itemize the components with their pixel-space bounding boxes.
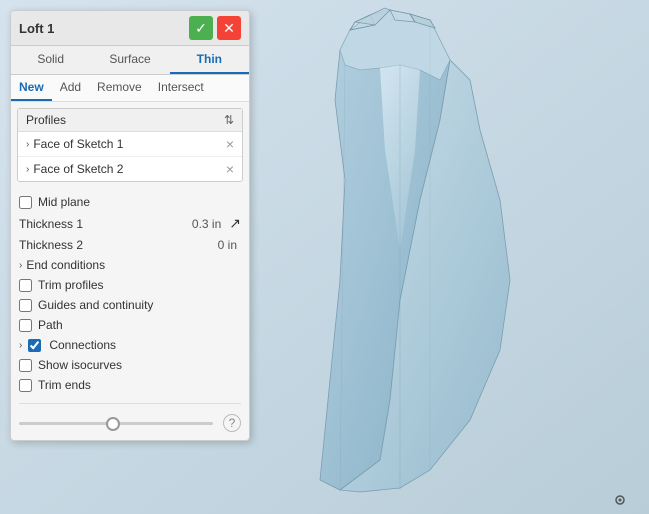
show-isocurves-row: Show isocurves — [19, 355, 241, 375]
slider-container[interactable] — [19, 422, 213, 425]
path-checkbox[interactable] — [19, 319, 32, 332]
tab-thin[interactable]: Thin — [170, 46, 249, 74]
mode-tabs: Solid Surface Thin — [11, 46, 249, 75]
subtab-intersect[interactable]: Intersect — [150, 75, 212, 101]
trim-ends-row: Trim ends — [19, 375, 241, 395]
reject-button[interactable]: ✕ — [217, 16, 241, 40]
thickness2-label: Thickness 2 — [19, 238, 83, 252]
profile-2-name: Face of Sketch 2 — [33, 162, 123, 176]
guides-continuity-label: Guides and continuity — [38, 298, 153, 312]
close-profile-1-icon[interactable]: × — [226, 136, 234, 152]
slider-thumb[interactable] — [106, 417, 120, 431]
thickness1-label: Thickness 1 — [19, 217, 83, 231]
close-profile-2-icon[interactable]: × — [226, 161, 234, 177]
connections-label: Connections — [49, 338, 116, 352]
trim-ends-label: Trim ends — [38, 378, 91, 392]
connections-row[interactable]: › Connections — [19, 335, 241, 355]
end-conditions-row[interactable]: › End conditions — [19, 255, 241, 275]
show-isocurves-checkbox[interactable] — [19, 359, 32, 372]
sort-icon[interactable]: ⇅ — [224, 113, 234, 127]
subtab-remove[interactable]: Remove — [89, 75, 150, 101]
help-icon[interactable]: ? — [223, 414, 241, 432]
title-bar: Loft 1 ✓ ✕ — [11, 11, 249, 46]
panel-title: Loft 1 — [19, 21, 54, 36]
profiles-header: Profiles ⇅ — [18, 109, 242, 132]
tab-surface[interactable]: Surface — [90, 46, 169, 74]
path-label: Path — [38, 318, 63, 332]
chevron-right-icon: › — [26, 139, 29, 150]
profile-1-name: Face of Sketch 1 — [33, 137, 123, 151]
profile-item-1[interactable]: › Face of Sketch 1 × — [18, 132, 242, 157]
mid-plane-row: Mid plane — [19, 192, 241, 212]
profiles-label: Profiles — [26, 113, 66, 127]
profile-item-2[interactable]: › Face of Sketch 2 × — [18, 157, 242, 181]
path-row: Path — [19, 315, 241, 335]
trim-ends-checkbox[interactable] — [19, 379, 32, 392]
sub-tabs: New Add Remove Intersect — [11, 75, 249, 102]
slider-row: ? — [11, 408, 249, 440]
options-section: Mid plane Thickness 1 0.3 in ↗ Thickness… — [11, 188, 249, 399]
reverse-direction-icon[interactable]: ↗ — [229, 215, 241, 232]
end-conditions-label: End conditions — [26, 258, 105, 272]
trim-profiles-checkbox[interactable] — [19, 279, 32, 292]
tab-solid[interactable]: Solid — [11, 46, 90, 74]
trim-profiles-row: Trim profiles — [19, 275, 241, 295]
profiles-section: Profiles ⇅ › Face of Sketch 1 × › Face o… — [17, 108, 243, 182]
loft-panel: Loft 1 ✓ ✕ Solid Surface Thin New Add Re… — [10, 10, 250, 441]
expand-connections-icon: › — [19, 340, 22, 351]
trim-profiles-label: Trim profiles — [38, 278, 104, 292]
guides-continuity-checkbox[interactable] — [19, 299, 32, 312]
connections-checkbox[interactable] — [28, 339, 41, 352]
slider-track — [19, 422, 213, 425]
thickness2-row: Thickness 2 0 in — [19, 235, 241, 255]
subtab-new[interactable]: New — [11, 75, 52, 101]
thickness1-row: Thickness 1 0.3 in ↗ — [19, 212, 241, 235]
mid-plane-label: Mid plane — [38, 195, 90, 209]
accept-button[interactable]: ✓ — [189, 16, 213, 40]
expand-end-conditions-icon: › — [19, 260, 22, 271]
thickness1-value: 0.3 in — [192, 217, 221, 231]
guides-continuity-row: Guides and continuity — [19, 295, 241, 315]
divider — [19, 403, 241, 404]
chevron-right-icon-2: › — [26, 164, 29, 175]
thickness2-value: 0 in — [218, 238, 237, 252]
title-bar-buttons: ✓ ✕ — [189, 16, 241, 40]
show-isocurves-label: Show isocurves — [38, 358, 122, 372]
subtab-add[interactable]: Add — [52, 75, 89, 101]
mid-plane-checkbox[interactable] — [19, 196, 32, 209]
